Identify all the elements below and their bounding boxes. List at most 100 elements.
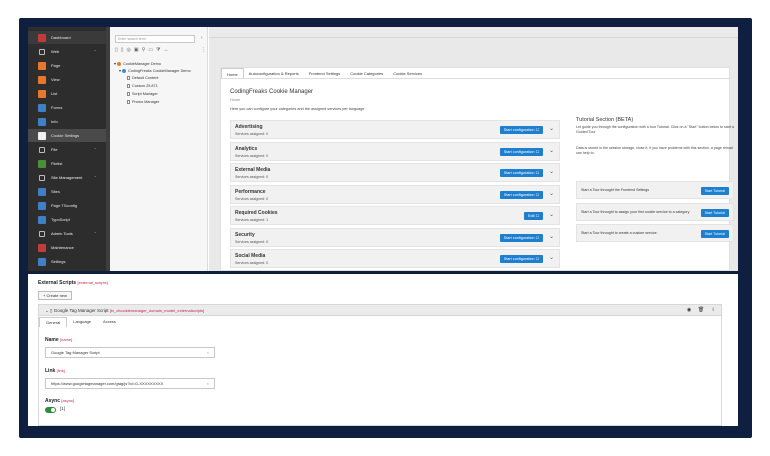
record-icon: ▯ <box>50 308 53 313</box>
chevron-down-icon[interactable]: ⌄ <box>549 147 554 154</box>
sidebar-item-file[interactable]: File ⌃ <box>28 143 106 156</box>
start-configuration-button[interactable]: Start configuration ☐ <box>499 169 543 177</box>
chevron-down-icon: ▾ <box>114 61 117 66</box>
tab-cookie-services[interactable]: Cookie Services <box>388 68 427 78</box>
category-card: Advertising Services assigned: 0 Start con… <box>230 120 560 139</box>
chevron-down-icon[interactable]: ⌄ <box>549 125 554 132</box>
user-icon[interactable]: ◎ <box>127 47 131 53</box>
start-tutorial-button[interactable]: Start Tutorial <box>700 208 729 217</box>
tab-language[interactable]: Language <box>67 317 97 327</box>
start-configuration-button[interactable]: Start configuration ☐ <box>499 126 543 134</box>
sidebar-item-typoscript[interactable]: TypoScript <box>28 213 106 226</box>
name-field[interactable]: Google Tag Manager Script × <box>45 347 215 358</box>
tab-autoconfiguration[interactable]: Autoconfiguration & Reports <box>244 68 304 78</box>
sidebar-item-label: Settings <box>51 259 66 264</box>
category-title: Social Media <box>235 253 266 259</box>
page-icon <box>127 92 130 96</box>
tutorial-card: Start a Tour throught the Frontend Setti… <box>576 181 734 199</box>
tree-search-input[interactable]: Enter search term <box>115 35 195 43</box>
category-title: External Media <box>235 167 271 173</box>
name-label: Name [name] <box>45 337 73 343</box>
sidebar-item-filelist[interactable]: Filelist <box>28 157 106 170</box>
sidebar-item-site-management[interactable]: Site Management ⌃ <box>28 171 106 184</box>
sidebar-item-web[interactable]: Web ⌃ <box>28 45 106 58</box>
async-toggle[interactable] <box>45 407 56 413</box>
create-new-button[interactable]: + Create new <box>38 291 72 300</box>
chevron-down-icon[interactable]: ⌄ <box>549 233 554 240</box>
link-label: Link [link] <box>45 368 65 374</box>
link-field[interactable]: https://www.googletagmanager.com/gtag/js… <box>45 378 215 389</box>
tutorial-intro: Let guide you through the configuration … <box>576 125 734 134</box>
start-configuration-button[interactable]: Start configuration ☐ <box>499 233 543 242</box>
chevron-down-icon[interactable]: ⌄ <box>549 168 554 175</box>
info-icon[interactable]: i <box>709 307 717 314</box>
clear-icon[interactable]: × <box>207 348 209 358</box>
start-configuration-button[interactable]: Start configuration ☐ <box>499 147 543 156</box>
category-count: Services assigned: 0 <box>235 239 269 244</box>
start-tutorial-button[interactable]: Start Tutorial <box>700 230 729 238</box>
tree-node[interactable]: Promo Manager <box>127 100 159 104</box>
sidebar-item-view[interactable]: View <box>28 73 106 86</box>
sidebar-item-label: Page <box>51 63 61 68</box>
start-configuration-button[interactable]: Edit ☐ <box>523 212 543 220</box>
sidebar-item-label: File <box>51 147 58 152</box>
sidebar-item-dashboard[interactable]: Dashboard <box>28 31 106 44</box>
trash-icon[interactable]: ▣ <box>134 47 139 53</box>
start-configuration-button[interactable]: Start configuration ☐ <box>499 255 543 263</box>
tree-node[interactable]: ▾ CodingFreaks CookieManager Demo <box>119 68 191 73</box>
tutorial-note: Data is stored in the session storage, c… <box>576 146 733 155</box>
chevron-down-icon[interactable]: ⌄ <box>549 254 554 261</box>
filter-icon[interactable]: ⧩ <box>156 47 160 53</box>
module-icon <box>38 75 46 84</box>
tree-node[interactable]: Custom 25.871 <box>127 84 158 88</box>
module-icon <box>39 146 45 153</box>
record-header[interactable]: ⌄ ▯ Google Tag Manager Script [tx_cfcook… <box>39 305 721 316</box>
sidebar-item-sites[interactable]: Sites <box>28 185 106 198</box>
start-configuration-button[interactable]: Start configuration ☐ <box>499 190 543 199</box>
chevron-down-icon[interactable]: ⌄ <box>549 211 554 218</box>
tab-home[interactable]: Home <box>221 68 244 78</box>
category-count: Services assigned: 0 <box>235 261 269 265</box>
module-icon <box>38 117 46 126</box>
tab-access[interactable]: Access <box>97 317 122 327</box>
sidebar-item-maintenance[interactable]: Maintenance <box>28 241 106 254</box>
tree-node[interactable]: ▾ CookieManager Demo <box>114 61 161 66</box>
sidebar-item-label: Page TSconfig <box>51 203 78 208</box>
module-icon <box>38 243 46 252</box>
tab-frontend-settings[interactable]: Frontend Settings <box>304 68 346 78</box>
tutorial-title: Tutorial Section (BETA) <box>576 117 634 123</box>
sidebar-item-admin-tools[interactable]: Admin Tools ⌃ <box>28 227 106 240</box>
folder-icon[interactable]: ▭ <box>148 47 153 53</box>
page-description: Here you can configure your categories a… <box>230 107 365 111</box>
module-icon <box>38 33 46 42</box>
sidebar-item-settings[interactable]: Settings <box>28 255 106 268</box>
sidebar-item-list[interactable]: List <box>28 87 106 100</box>
site-icon <box>117 61 122 66</box>
trash-icon[interactable]: 🗑 <box>697 307 705 314</box>
chevron-down-icon[interactable]: ⌄ <box>549 190 554 197</box>
tutorial-section: Tutorial Section (BETA) Let guide you th… <box>576 68 736 271</box>
new-page-icon[interactable]: ▯ <box>115 47 118 53</box>
more-icon[interactable]: ⋮ <box>201 47 206 53</box>
link-icon[interactable]: ⚲ <box>142 47 146 53</box>
refresh-icon[interactable]: ↔ <box>164 47 169 53</box>
record-title: Google Tag Manager Script <box>53 308 109 313</box>
sidebar-item-page-tsconfig[interactable]: Page TSconfig <box>28 199 106 212</box>
tab-general[interactable]: General <box>39 317 68 327</box>
sidebar-item-info[interactable]: Info <box>28 115 106 128</box>
start-tutorial-button[interactable]: Start Tutorial <box>700 187 729 195</box>
docheader <box>209 27 738 38</box>
copy-icon[interactable]: ▯ <box>121 47 124 53</box>
eye-icon[interactable]: ◉ <box>685 307 693 314</box>
chevron-down-icon[interactable]: ⌄ <box>45 308 49 313</box>
sidebar-item-cookie-settings[interactable]: Cookie Settings <box>28 129 106 142</box>
sidebar-item-label: Admin Tools <box>51 231 73 236</box>
tree-node[interactable]: Default Content <box>127 76 158 80</box>
tab-cookie-categories[interactable]: Cookie Categories <box>345 68 388 78</box>
sidebar-item-page[interactable]: Page <box>28 59 106 72</box>
tree-node[interactable]: Script Manager <box>127 92 158 96</box>
category-count: Services assigned: 0 <box>235 153 269 158</box>
sidebar-item-forms[interactable]: Forms <box>28 101 106 114</box>
clear-icon[interactable]: × <box>207 379 209 389</box>
collapse-icon[interactable]: ‹ <box>201 35 203 41</box>
